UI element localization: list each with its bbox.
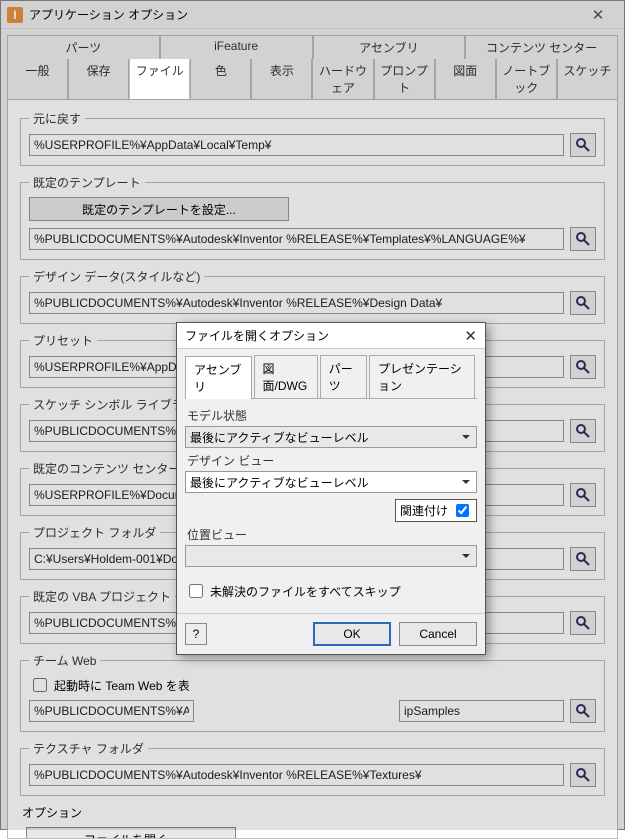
- dialog-close-icon[interactable]: ✕: [464, 327, 477, 345]
- help-button[interactable]: ?: [185, 623, 207, 645]
- model-state-label: モデル状態: [187, 407, 477, 424]
- model-state-combo[interactable]: 最後にアクティブなビューレベル: [185, 426, 477, 448]
- dialog-tab-drawing-dwg[interactable]: 図面/DWG: [254, 355, 318, 398]
- file-open-options-dialog: ファイルを開くオプション ✕ アセンブリ 図面/DWG パーツ プレゼンテーショ…: [176, 322, 486, 655]
- dialog-tabs: アセンブリ 図面/DWG パーツ プレゼンテーション: [185, 355, 477, 399]
- design-view-combo[interactable]: 最後にアクティブなビューレベル: [185, 471, 477, 493]
- skip-unresolved-row[interactable]: 未解決のファイルをすべてスキップ: [185, 581, 477, 601]
- associate-label: 関連付け: [400, 502, 448, 519]
- associate-row: 関連付け: [185, 499, 477, 522]
- dialog-footer: ? OK Cancel: [177, 613, 485, 654]
- position-view-label: 位置ビュー: [187, 526, 477, 543]
- dialog-body: アセンブリ 図面/DWG パーツ プレゼンテーション モデル状態 最後にアクティ…: [177, 349, 485, 613]
- associate-checkbox-wrap[interactable]: 関連付け: [395, 499, 477, 522]
- dialog-tab-parts[interactable]: パーツ: [320, 355, 367, 398]
- skip-unresolved-checkbox[interactable]: [189, 584, 203, 598]
- tab-file[interactable]: ファイル: [129, 59, 190, 99]
- dialog-tab-presentation[interactable]: プレゼンテーション: [369, 355, 475, 398]
- associate-checkbox[interactable]: [456, 504, 469, 517]
- dialog-tab-assembly[interactable]: アセンブリ: [185, 356, 252, 399]
- position-view-combo[interactable]: [185, 545, 477, 567]
- ok-button[interactable]: OK: [313, 622, 391, 646]
- dialog-title: ファイルを開くオプション: [185, 327, 329, 344]
- design-view-value: 最後にアクティブなビューレベル: [190, 474, 369, 491]
- skip-unresolved-label: 未解決のファイルをすべてスキップ: [210, 583, 401, 600]
- cancel-button[interactable]: Cancel: [399, 622, 477, 646]
- dialog-titlebar: ファイルを開くオプション ✕: [177, 323, 485, 349]
- model-state-value: 最後にアクティブなビューレベル: [190, 429, 369, 446]
- design-view-label: デザイン ビュー: [187, 452, 477, 469]
